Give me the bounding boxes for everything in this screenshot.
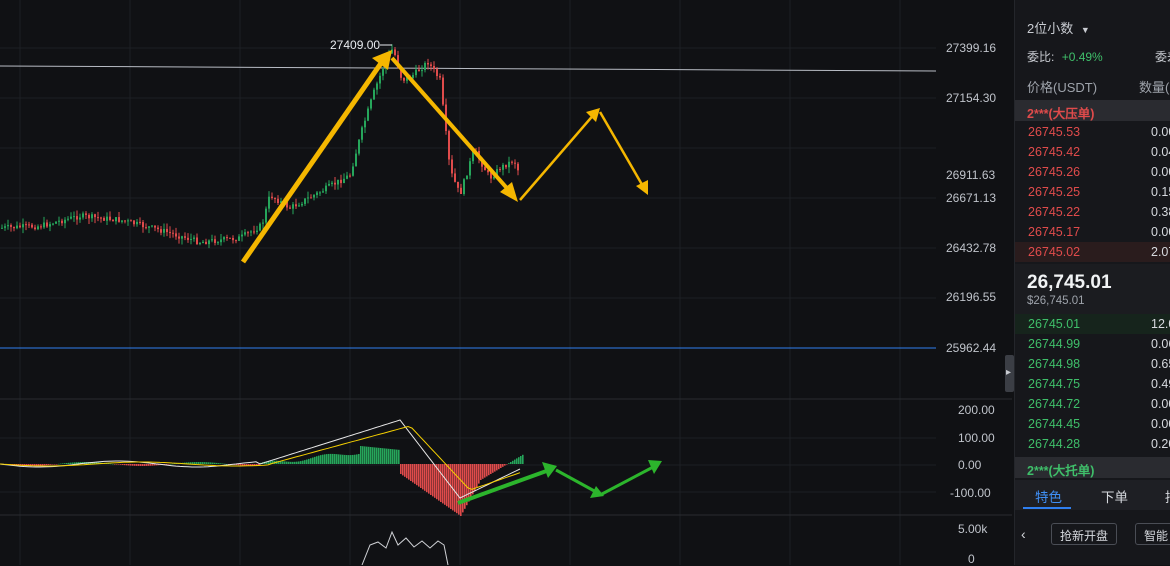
bid-row[interactable]: 26744.98 0.65: [1015, 354, 1170, 374]
macd-tick: -100.00: [950, 486, 991, 500]
ratio-diff-label: 委差: [1155, 50, 1170, 64]
column-qty: 数量(: [1139, 80, 1170, 95]
last-price-block: 26,745.01 $26,745.01: [1015, 264, 1170, 314]
big-ask-label: 2***(大压单): [1027, 107, 1095, 121]
price-tick: 25962.44: [946, 341, 997, 355]
row-qty: 0.00: [1151, 125, 1170, 139]
price-tick: 26432.78: [946, 241, 997, 255]
row-qty: 12.01: [1151, 317, 1170, 331]
ratio-row: 委比: +0.49% 委差: [1027, 48, 1170, 65]
row-price: 26744.99: [1028, 337, 1081, 351]
arrow-down-2: [598, 111, 646, 189]
row-qty: 0.38: [1151, 205, 1170, 219]
tab-position[interactable]: 持: [1165, 486, 1170, 506]
green-arrow-2: [555, 468, 599, 495]
row-price: 26744.98: [1028, 357, 1081, 371]
bid-row[interactable]: 26744.45 0.00: [1015, 414, 1170, 434]
bid-row[interactable]: 26744.75 0.49: [1015, 374, 1170, 394]
row-qty: 0.00: [1151, 165, 1170, 179]
row-qty: 0.00: [1151, 225, 1170, 239]
row-qty: 2.07: [1151, 245, 1170, 259]
row-price: 26745.53: [1028, 125, 1081, 139]
ask-row[interactable]: 26745.25 0.15: [1015, 182, 1170, 202]
row-price: 26744.72: [1028, 397, 1081, 411]
bid-row[interactable]: 26744.72 0.00: [1015, 394, 1170, 414]
row-price: 26745.22: [1028, 205, 1081, 219]
ratio-value: +0.49%: [1061, 50, 1103, 64]
last-price: 26,745.01: [1027, 272, 1112, 293]
row-qty: 0.06: [1151, 337, 1170, 351]
arrow-up-1: [240, 54, 389, 264]
ask-row[interactable]: 26745.22 0.38: [1015, 202, 1170, 222]
row-price: 26745.01: [1028, 317, 1081, 331]
ask-row[interactable]: 26745.17 0.00: [1015, 222, 1170, 242]
row-qty: 0.65: [1151, 357, 1170, 371]
macd-tick: 200.00: [958, 403, 995, 417]
row-price: 26745.02: [1028, 245, 1081, 259]
candlesticks: [1, 44, 519, 249]
arrow-up-1-head: [372, 50, 392, 70]
last-price-usd: $26,745.01: [1027, 295, 1085, 307]
price-tick: 27154.30: [946, 91, 997, 105]
macd-histogram: [0, 446, 524, 516]
panel-tabs: 特色 下单 持: [1015, 480, 1170, 510]
big-bid-banner: 2***(大托单): [1015, 457, 1170, 478]
price-chart[interactable]: [0, 0, 1012, 565]
row-price: 26745.17: [1028, 225, 1081, 239]
peak-price-label: 27409.00: [330, 38, 381, 52]
tab-order[interactable]: 下单: [1101, 486, 1128, 506]
bid-row[interactable]: 26744.28 0.20: [1015, 434, 1170, 454]
resistance-line: [0, 65, 937, 72]
row-price: 26745.42: [1028, 145, 1081, 159]
arrow-up-2: [519, 111, 597, 201]
row-qty: 0.49: [1151, 377, 1170, 391]
orderbook-header: 价格(USDT) 数量(: [1027, 77, 1169, 96]
row-price: 26745.25: [1028, 185, 1081, 199]
row-qty: 0.20: [1151, 437, 1170, 451]
smart-button[interactable]: 智能: [1135, 523, 1170, 545]
row-qty: 0.04: [1151, 145, 1170, 159]
snipe-new-listing-button[interactable]: 抢新开盘: [1051, 523, 1118, 545]
chart-area[interactable]: 27409.00 27399.16 27154.30 26911.63 2667…: [0, 0, 1012, 566]
order-book-panel: 2位小数 ▼ 委比: +0.49% 委差 价格(USDT) 数量( 2***(大…: [1014, 0, 1170, 565]
volume-line: [361, 530, 449, 565]
big-bid-label: 2***(大托单): [1027, 464, 1095, 478]
big-ask-banner: 2***(大压单): [1015, 100, 1170, 121]
caret-down-icon: ▼: [1080, 25, 1090, 35]
row-qty: 0.00: [1151, 417, 1170, 431]
panel-collapse-handle[interactable]: ▸: [1005, 355, 1014, 392]
ratio-label: 委比:: [1027, 50, 1055, 64]
price-tick: 27399.16: [946, 41, 997, 55]
column-price: 价格(USDT): [1027, 80, 1098, 95]
green-arrow-3: [601, 463, 658, 496]
chevron-left-icon[interactable]: ‹: [1021, 526, 1026, 542]
tab-features[interactable]: 特色: [1035, 486, 1062, 506]
annotation-arrows: [240, 50, 662, 505]
row-qty: 0.15: [1151, 185, 1170, 199]
bid-row[interactable]: 26745.01 12.01: [1015, 314, 1170, 334]
bid-row[interactable]: 26744.99 0.06: [1015, 334, 1170, 354]
volume-tick: 0: [968, 552, 975, 566]
ask-row[interactable]: 26745.02 2.07: [1015, 242, 1170, 262]
tab-underline: [1023, 507, 1071, 509]
price-tick: 26671.13: [946, 191, 997, 205]
row-price: 26745.26: [1028, 165, 1081, 179]
row-price: 26744.28: [1028, 437, 1081, 451]
macd-tick: 100.00: [958, 431, 995, 445]
decimal-select-value: 2位小数: [1027, 21, 1074, 36]
row-qty: 0.00: [1151, 397, 1170, 411]
ask-row[interactable]: 26745.42 0.04: [1015, 142, 1170, 162]
ask-row[interactable]: 26745.26 0.00: [1015, 162, 1170, 182]
macd-tick: 0.00: [958, 458, 982, 472]
volume-tick: 5.00k: [958, 522, 988, 536]
row-price: 26744.75: [1028, 377, 1081, 391]
chevron-right-icon: ▸: [1006, 367, 1012, 378]
decimal-select[interactable]: 2位小数 ▼: [1027, 18, 1090, 37]
row-price: 26744.45: [1028, 417, 1081, 431]
price-tick: 26911.63: [946, 168, 996, 182]
ask-row[interactable]: 26745.53 0.00: [1015, 122, 1170, 142]
price-tick: 26196.55: [946, 290, 997, 304]
